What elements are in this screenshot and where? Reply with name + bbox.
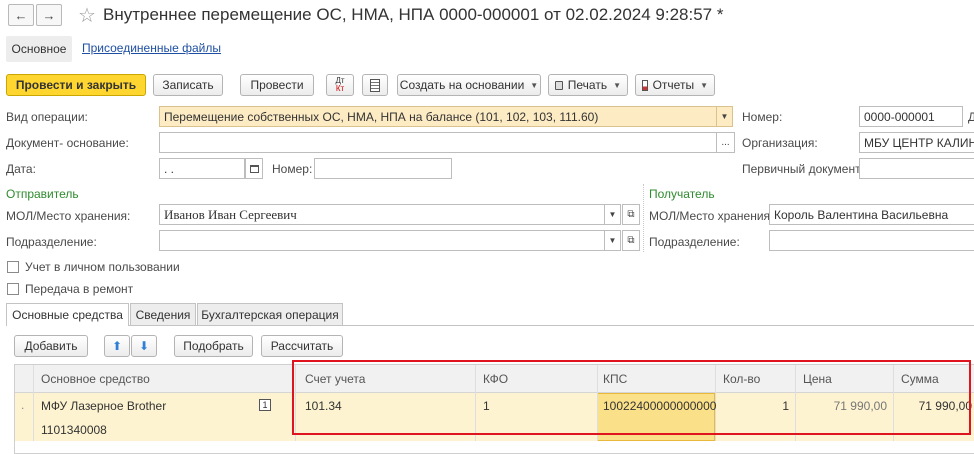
calendar-button[interactable] bbox=[245, 158, 263, 179]
sender-dept-label: Подразделение: bbox=[6, 235, 97, 249]
arrow-down-icon: ⬇ bbox=[138, 339, 150, 353]
print-button[interactable]: Печать ▼ bbox=[548, 74, 628, 96]
primary-doc-label: Первичный документ: bbox=[742, 162, 864, 176]
tab-accounting[interactable]: Бухгалтерская операция bbox=[197, 303, 343, 325]
chevron-down-icon: ▼ bbox=[608, 210, 617, 219]
repair-label: Передача в ремонт bbox=[25, 282, 134, 296]
forward-button[interactable]: → bbox=[36, 4, 62, 26]
op-type-field[interactable]: Перемещение собственных ОС, НМА, НПА на … bbox=[159, 106, 717, 127]
column-header-asset[interactable]: Основное средство bbox=[41, 372, 150, 386]
number-label: Номер: bbox=[742, 110, 783, 124]
number-suffix: Д bbox=[968, 110, 974, 124]
basis-select-button[interactable]: ... bbox=[717, 132, 735, 153]
open-window-icon: ⧉ bbox=[627, 209, 635, 220]
window-title: Внутреннее перемещение ОС, НМА, НПА 0000… bbox=[103, 5, 724, 24]
personal-use-label: Учет в личном пользовании bbox=[25, 260, 180, 274]
sender-dept-open-button[interactable]: ⧉ bbox=[622, 230, 640, 251]
chevron-down-icon: ▼ bbox=[720, 112, 729, 121]
report-icon bbox=[642, 79, 648, 91]
arrow-right-icon: → bbox=[42, 7, 56, 23]
reports-button[interactable]: Отчеты ▼ bbox=[635, 74, 715, 96]
org-field[interactable]: МБУ ЦЕНТР КАЛИНИ bbox=[859, 132, 974, 153]
ellipsis-icon: ... bbox=[721, 137, 730, 148]
op-type-dropdown[interactable]: ▼ bbox=[717, 106, 733, 127]
receiver-dept-label: Подразделение: bbox=[649, 235, 740, 249]
org-label: Организация: bbox=[742, 136, 818, 150]
sender-mol-dropdown[interactable]: ▼ bbox=[605, 204, 621, 225]
add-row-button[interactable]: Добавить bbox=[14, 335, 88, 357]
post-and-close-button[interactable]: Провести и закрыть bbox=[6, 74, 146, 96]
tabs-baseline bbox=[6, 325, 974, 326]
receiver-mol-label: МОЛ/Место хранения: bbox=[649, 209, 774, 223]
op-type-label: Вид операции: bbox=[6, 110, 88, 124]
date-label: Дата: bbox=[6, 162, 36, 176]
back-button[interactable]: ← bbox=[8, 4, 34, 26]
chevron-down-icon: ▼ bbox=[608, 236, 617, 245]
row-marker: . bbox=[21, 398, 25, 412]
date-field[interactable]: . . bbox=[159, 158, 245, 179]
chevron-down-icon: ▼ bbox=[613, 80, 621, 90]
star-icon[interactable]: ☆ bbox=[78, 3, 96, 28]
post-button[interactable]: Провести bbox=[240, 74, 314, 96]
repair-checkbox[interactable] bbox=[7, 283, 19, 295]
subtab-main[interactable]: Основное bbox=[6, 36, 72, 62]
receiver-dept-field[interactable] bbox=[769, 230, 974, 251]
primary-doc-field[interactable] bbox=[859, 158, 974, 179]
reports-label: Отчеты bbox=[652, 78, 695, 92]
highlight-frame bbox=[292, 360, 971, 435]
tab-fixed-assets[interactable]: Основные средства bbox=[6, 303, 129, 326]
sender-dept-field[interactable] bbox=[159, 230, 605, 251]
section-divider bbox=[643, 184, 644, 252]
cell-asset[interactable]: МФУ Лазерное Brother bbox=[41, 399, 166, 413]
move-up-button[interactable]: ⬆ bbox=[104, 335, 130, 357]
calculate-button[interactable]: Рассчитать bbox=[261, 335, 343, 357]
document-list-icon bbox=[370, 78, 380, 92]
print-label: Печать bbox=[567, 78, 608, 92]
tab-info[interactable]: Сведения bbox=[130, 303, 196, 325]
open-window-icon: ⧉ bbox=[627, 235, 635, 246]
dtkt-button[interactable]: Дт Кт bbox=[326, 74, 354, 96]
create-based-on-label: Создать на основании bbox=[399, 78, 525, 92]
number-field[interactable]: 0000-000001 bbox=[859, 106, 963, 127]
create-based-on-button[interactable]: Создать на основании ▼ bbox=[397, 74, 541, 96]
basis-label: Документ- основание: bbox=[6, 136, 129, 150]
printer-icon bbox=[555, 80, 563, 90]
chevron-down-icon: ▼ bbox=[700, 80, 708, 90]
sender-dept-dropdown[interactable]: ▼ bbox=[605, 230, 621, 251]
receiver-heading: Получатель bbox=[649, 187, 715, 201]
move-down-button[interactable]: ⬇ bbox=[131, 335, 157, 357]
number2-label: Номер: bbox=[272, 162, 313, 176]
calendar-icon bbox=[249, 164, 259, 173]
subtab-files[interactable]: Присоединенные файлы bbox=[82, 41, 221, 55]
basis-field[interactable] bbox=[159, 132, 717, 153]
arrow-left-icon: ← bbox=[14, 7, 28, 23]
receiver-mol-field[interactable]: Король Валентина Васильевна bbox=[769, 204, 974, 225]
save-button[interactable]: Записать bbox=[153, 74, 223, 96]
pick-button[interactable]: Подобрать bbox=[174, 335, 253, 357]
number2-field[interactable] bbox=[314, 158, 452, 179]
list-button[interactable] bbox=[362, 74, 388, 96]
kt-label: Кт bbox=[335, 84, 345, 93]
chevron-down-icon: ▼ bbox=[530, 80, 539, 90]
sender-mol-field[interactable]: Иванов Иван Сергеевич bbox=[159, 204, 605, 225]
cell-asset-code: 1101340008 bbox=[41, 423, 107, 437]
sender-mol-open-button[interactable]: ⧉ bbox=[622, 204, 640, 225]
row-badge: 1 bbox=[259, 399, 271, 411]
personal-use-checkbox[interactable] bbox=[7, 261, 19, 273]
arrow-up-icon: ⬆ bbox=[111, 339, 123, 353]
column-divider bbox=[33, 365, 34, 441]
sender-heading: Отправитель bbox=[6, 187, 79, 201]
sender-mol-label: МОЛ/Место хранения: bbox=[6, 209, 131, 223]
